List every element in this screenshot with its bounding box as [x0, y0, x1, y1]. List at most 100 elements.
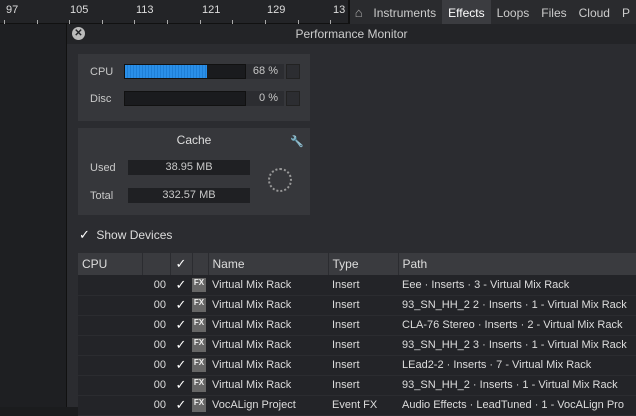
cpu-bar-fill	[125, 65, 207, 78]
ruler-tick: 97	[6, 4, 19, 16]
enabled-checkbox[interactable]: ✓	[170, 315, 192, 336]
cpu-cell: 00	[142, 295, 170, 316]
table-row[interactable]: 00 ✓ FX Virtual Mix Rack Insert Eee · In…	[78, 275, 636, 296]
enabled-checkbox[interactable]: ✓	[170, 295, 192, 316]
tab-cloud[interactable]: Cloud	[573, 0, 616, 24]
cpu-label: CPU	[90, 65, 114, 78]
enabled-checkbox[interactable]: ✓	[170, 335, 192, 356]
col-cpu[interactable]: CPU	[78, 253, 143, 275]
cpu-graph	[78, 375, 142, 396]
type-cell: Insert	[328, 295, 398, 316]
name-cell: Virtual Mix Rack	[208, 375, 328, 396]
table-row[interactable]: 00 ✓ FX Virtual Mix Rack Insert CLA-76 S…	[78, 315, 636, 336]
col-path[interactable]: Path	[398, 253, 636, 275]
home-icon[interactable]: ⌂	[350, 5, 367, 20]
cpu-cell: 00	[142, 395, 170, 416]
type-cell: Event FX	[328, 395, 398, 416]
name-cell: Virtual Mix Rack	[208, 355, 328, 376]
type-cell: Insert	[328, 315, 398, 336]
name-cell: Virtual Mix Rack	[208, 295, 328, 316]
cpu-graph	[78, 295, 142, 316]
show-devices-checkbox[interactable]: ✓ Show Devices	[79, 227, 172, 243]
path-cell: Audio Effects · LeadTuned · 1 - VocALign…	[398, 395, 636, 416]
ruler-tick: 121	[202, 4, 221, 16]
path-cell: LEad2-2 · Inserts · 7 - Virtual Mix Rack	[398, 355, 636, 376]
path-cell: 93_SN_HH_2 3 · Inserts · 1 - Virtual Mix…	[398, 335, 636, 356]
cpu-cell: 00	[142, 355, 170, 376]
tab-instruments[interactable]: Instruments	[367, 0, 442, 24]
checkmark-icon: ✓	[79, 227, 90, 242]
path-cell: 93_SN_HH_2 · Inserts · 1 - Virtual Mix R…	[398, 375, 636, 396]
cpu-graph	[78, 395, 142, 416]
col-name[interactable]: Name	[208, 253, 329, 275]
arrange-area	[0, 24, 67, 407]
devices-table: CPU ✓ Name Type Path 00 ✓ FX Virtual Mix…	[78, 253, 636, 416]
total-label: Total	[90, 189, 114, 202]
browser-tabs: ⌂ Instruments Effects Loops Files Cloud …	[348, 0, 636, 24]
col-icon	[192, 253, 209, 275]
ruler-tick: 113	[136, 4, 154, 16]
fx-icon: FX	[192, 395, 208, 416]
tab-loops[interactable]: Loops	[491, 0, 536, 24]
enabled-checkbox[interactable]: ✓	[170, 355, 192, 376]
used-label: Used	[90, 161, 116, 174]
window-title: Performance Monitor	[295, 27, 408, 41]
path-cell: CLA-76 Stereo · Inserts · 2 - Virtual Mi…	[398, 315, 636, 336]
disc-bar	[124, 91, 246, 106]
fx-icon: FX	[192, 355, 208, 376]
fx-icon: FX	[192, 275, 208, 296]
cpu-cell: 00	[142, 375, 170, 396]
performance-monitor: ✕ Performance Monitor CPU 68 % Disc 0 % …	[67, 24, 636, 416]
cpu-graph	[78, 315, 142, 336]
wrench-icon[interactable]: 🔧	[290, 130, 304, 154]
cache-title: Cache	[176, 133, 212, 147]
name-cell: Virtual Mix Rack	[208, 335, 328, 356]
path-cell: Eee · Inserts · 3 - Virtual Mix Rack	[398, 275, 636, 296]
enabled-checkbox[interactable]: ✓	[170, 395, 192, 416]
cpu-graph	[78, 335, 142, 356]
fx-icon: FX	[192, 315, 208, 336]
table-row[interactable]: 00 ✓ FX Virtual Mix Rack Insert 93_SN_HH…	[78, 335, 636, 356]
type-cell: Insert	[328, 275, 398, 296]
path-cell: 93_SN_HH_2 2 · Inserts · 1 - Virtual Mix…	[398, 295, 636, 316]
tab-more[interactable]: P	[616, 0, 636, 24]
close-icon[interactable]: ✕	[72, 27, 85, 40]
col-enabled-checkbox[interactable]: ✓	[170, 253, 193, 275]
cache-box: Cache 🔧 Used 38.95 MB Total 332.57 MB	[78, 128, 310, 215]
cpu-bar	[124, 64, 246, 79]
disc-meter: Disc 0 %	[90, 91, 300, 106]
fx-icon: FX	[192, 295, 208, 316]
cpu-graph	[78, 355, 142, 376]
cpu-cell: 00	[142, 275, 170, 296]
type-cell: Insert	[328, 375, 398, 396]
col-type[interactable]: Type	[328, 253, 399, 275]
table-row[interactable]: 00 ✓ FX Virtual Mix Rack Insert LEad2-2 …	[78, 355, 636, 376]
used-value: 38.95 MB	[128, 160, 250, 175]
cpu-graph	[78, 275, 142, 296]
name-cell: Virtual Mix Rack	[208, 275, 328, 296]
total-value: 332.57 MB	[128, 188, 250, 203]
fx-icon: FX	[192, 375, 208, 396]
name-cell: Virtual Mix Rack	[208, 315, 328, 336]
type-cell: Insert	[328, 355, 398, 376]
title-bar[interactable]: ✕ Performance Monitor	[67, 24, 636, 44]
table-row[interactable]: 00 ✓ FX VocALign Project Event FX Audio …	[78, 395, 636, 416]
cpu-value: 68 %	[246, 64, 284, 79]
fx-icon: FX	[192, 335, 208, 356]
enabled-checkbox[interactable]: ✓	[170, 275, 192, 296]
table-row[interactable]: 00 ✓ FX Virtual Mix Rack Insert 93_SN_HH…	[78, 375, 636, 396]
tab-files[interactable]: Files	[535, 0, 572, 24]
ruler-tick: 13	[333, 4, 346, 16]
disc-value: 0 %	[246, 91, 284, 106]
name-cell: VocALign Project	[208, 395, 328, 416]
cpu-meter: CPU 68 %	[90, 64, 300, 79]
cpu-cell: 00	[142, 335, 170, 356]
show-devices-label: Show Devices	[96, 228, 173, 242]
enabled-checkbox[interactable]: ✓	[170, 375, 192, 396]
type-cell: Insert	[328, 335, 398, 356]
tab-effects[interactable]: Effects	[442, 0, 491, 24]
table-row[interactable]: 00 ✓ FX Virtual Mix Rack Insert 93_SN_HH…	[78, 295, 636, 316]
cpu-cell: 00	[142, 315, 170, 336]
timeline-ruler[interactable]: 97 105 113 121 129 13	[0, 0, 350, 24]
col-blank	[142, 253, 171, 275]
